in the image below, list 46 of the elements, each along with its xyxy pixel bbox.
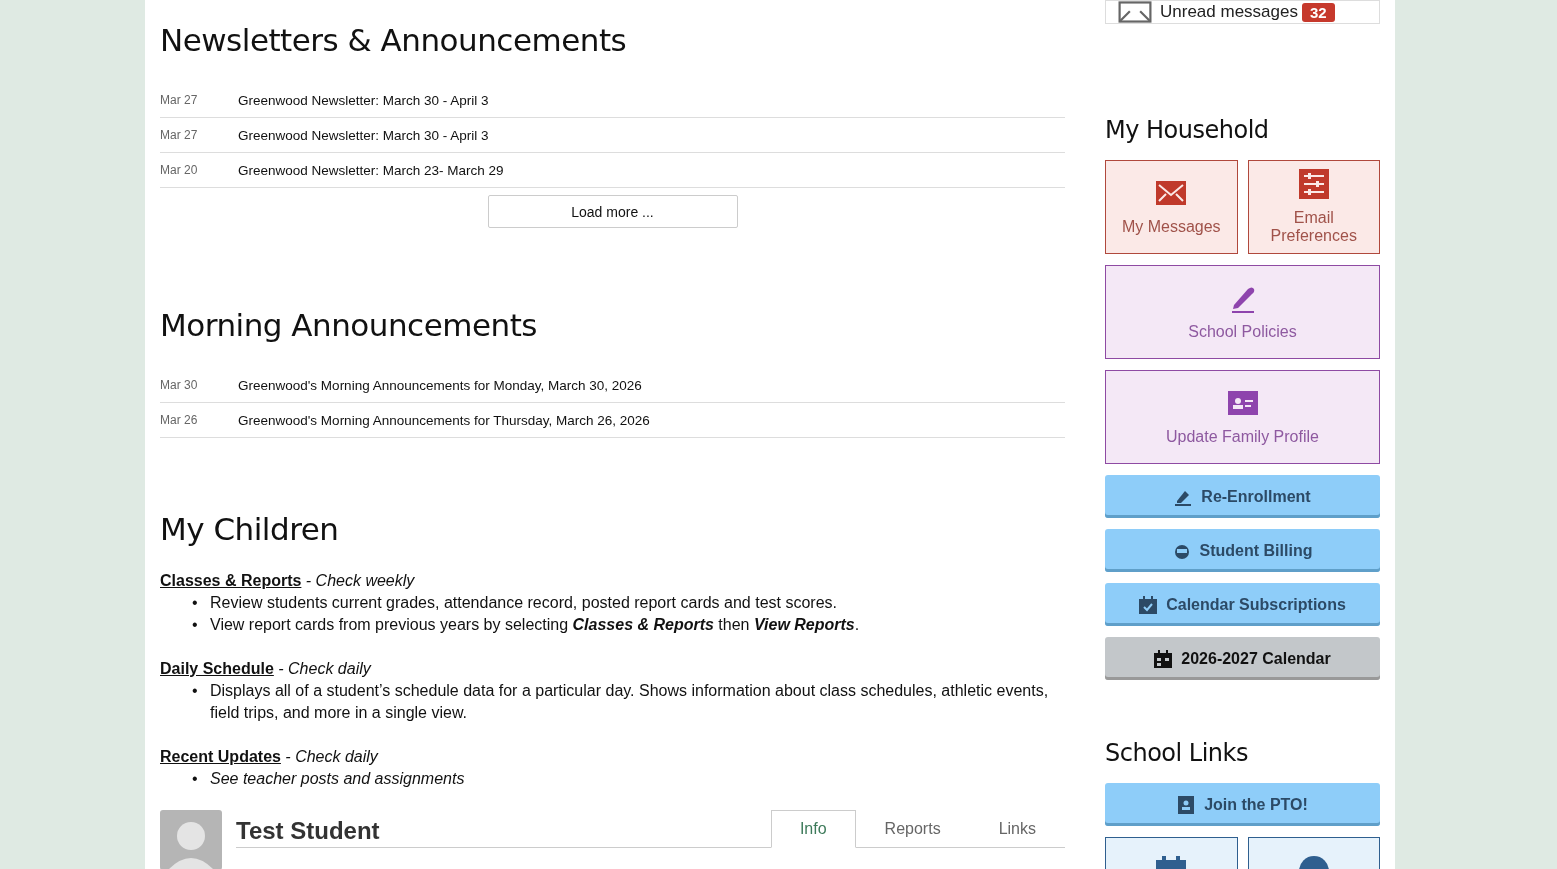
sidebar-button[interactable]: Join the PTO! [1105,783,1380,826]
bullet-text: View report cards from previous years by selecting Classes & Reports then View Reports. [210,615,860,635]
newsletter-link[interactable]: Greenwood Newsletter: March 30 - April 3 [238,127,489,143]
bullet-marker: • [192,681,199,701]
section-link[interactable]: Classes & Reports [160,572,302,589]
tile-button[interactable]: School Policies [1105,265,1380,359]
bullet-marker: • [192,769,199,789]
sidebar-heading: School Links [1105,739,1249,767]
sidebar-button[interactable]: 2026-2027 Calendar [1105,637,1380,680]
bullet-text: Review students current grades, attendance record, posted report cards and test scores. [210,593,837,613]
sidebar-button[interactable]: Calendar Subscriptions [1105,583,1380,626]
post-date: Mar 20 [160,163,199,177]
post-date: Mar 26 [160,413,199,427]
post-date: Mar 27 [160,128,199,142]
tab[interactable]: Reports [855,810,970,848]
newsletter-link[interactable]: Greenwood Newsletter: March 23- March 29 [238,162,504,178]
tile-button[interactable]: My Messages [1105,160,1238,254]
tile-button[interactable]: Update Family Profile [1105,370,1380,464]
section-heading: My Children [160,511,340,547]
bullet-marker: • [192,593,199,613]
bullet-marker: • [192,615,199,635]
announcement-link[interactable]: Greenwood's Morning Announcements for Thursday, March 26, 2026 [238,412,650,428]
sidebar-button[interactable]: Student Billing [1105,529,1380,572]
bullet-text: Displays all of a student’s schedule data for a particular day. Shows information about class schedules, athletic events, field trips, and more in a single view. [210,681,1050,723]
tab[interactable]: Info [770,810,856,848]
sidebar-button[interactable]: Re-Enrollment [1105,475,1380,518]
section-link[interactable]: Daily Schedule [160,660,274,677]
post-date: Mar 30 [160,378,199,392]
sidebar-heading: My Household [1105,116,1270,144]
unread-card[interactable]: Unread messages 32 [1105,0,1380,24]
frequency-note: - Check weekly [304,572,415,589]
section-heading: Newsletters & Announcements [160,22,628,58]
frequency-note: - Check daily [277,660,371,677]
unread-label: Unread messages [1160,2,1298,22]
newsletter-link[interactable]: Greenwood Newsletter: March 30 - April 3 [238,92,489,108]
student-name: Test Student [236,817,380,846]
post-date: Mar 27 [160,93,199,107]
unread-count: 32 [1301,2,1335,22]
tab[interactable]: Links [969,810,1065,848]
section-heading: Morning Announcements [160,307,538,343]
bullet-text: See teacher posts and assignments [210,769,465,789]
frequency-note: - Check daily [284,748,378,765]
load-more-button[interactable]: Load more ... [487,195,738,228]
section-link[interactable]: Recent Updates [160,748,281,765]
announcement-link[interactable]: Greenwood's Morning Announcements for Monday, March 30, 2026 [238,377,642,393]
tile-button[interactable]: Email Preferences [1247,160,1380,254]
